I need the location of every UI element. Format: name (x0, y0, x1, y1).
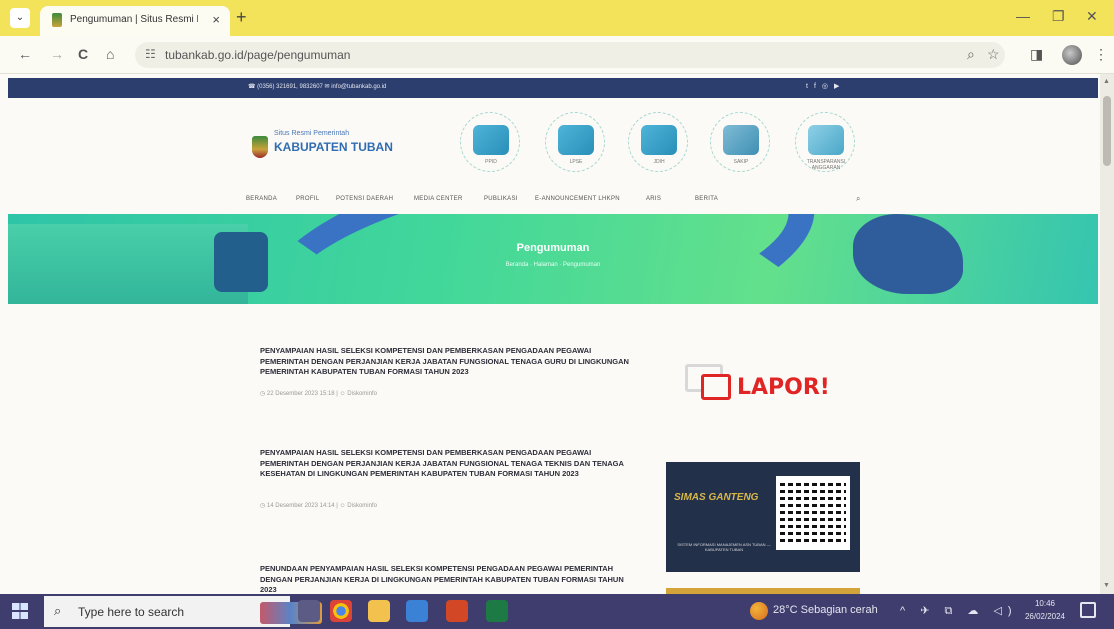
facebook-icon[interactable]: f (814, 83, 822, 90)
scroll-down-icon[interactable]: ▼ (1103, 582, 1110, 589)
site-top-bar: ☎ (0356) 321691, 9832607 ✉ info@tubankab… (8, 78, 1098, 98)
jdih-icon (641, 125, 677, 155)
home-icon[interactable]: ⌂ (106, 46, 114, 62)
menu-publikasi[interactable]: PUBLIKASI (484, 196, 518, 202)
menu-aris[interactable]: ARIS (646, 196, 661, 202)
windows-taskbar: ⌕ Type here to search 28°C Sebagian cera… (0, 594, 1114, 629)
close-window-icon[interactable]: ✕ (1086, 8, 1098, 25)
chrome-icon[interactable] (330, 600, 352, 622)
post-title-link[interactable]: PENYAMPAIAN HASIL SELEKSI KOMPETENSI DAN… (260, 346, 630, 378)
lapor-text: LAPOR! (737, 375, 830, 400)
simas-subtitle: SISTEM INFORMASI MANAJEMEN ASN TUBAN — K… (677, 542, 771, 552)
windows-start-icon[interactable] (12, 603, 28, 619)
page-title: Pengumuman (516, 242, 590, 254)
lapor-banner[interactable]: LAPOR! (685, 364, 850, 414)
powerpoint-icon[interactable] (446, 600, 468, 622)
browser-tab-bar: ⌄ Pengumuman | Situs Resmi Pe × + — ❐ ✕ (0, 0, 1114, 36)
hero-swoosh-decoration (244, 214, 832, 304)
file-explorer-icon[interactable] (368, 600, 390, 622)
new-tab-button[interactable]: + (236, 7, 247, 28)
scrollbar-thumb[interactable] (1103, 96, 1111, 166)
menu-berita[interactable]: BERITA (695, 196, 718, 202)
contact-info: ☎ (0356) 321691, 9832607 ✉ info@tubankab… (248, 84, 387, 90)
tab-close-icon[interactable]: × (212, 12, 220, 27)
menu-potensi-daerah[interactable]: POTENSI DAERAH (336, 196, 393, 202)
tab-title: Pengumuman | Situs Resmi Pe (70, 14, 198, 25)
feature-link-ppid[interactable]: PPID (460, 112, 520, 172)
menu-kebab-icon[interactable]: ⋮ (1094, 46, 1108, 63)
scroll-up-icon[interactable]: ▲ (1103, 78, 1110, 85)
logo-title[interactable]: KABUPATEN TUBAN (274, 140, 393, 154)
task-view-icon[interactable] (298, 600, 320, 622)
search-icon: ⌕ (54, 603, 62, 618)
weather-text[interactable]: 28°C Sebagian cerah (773, 604, 878, 616)
profile-avatar[interactable] (1062, 45, 1082, 65)
url-omnibox[interactable]: ☷ tubankab.go.id/page/pengumuman ⌕ ☆ (135, 42, 1005, 68)
page-hero-banner: Pengumuman Beranda · Halaman · Pengumuma… (8, 214, 1098, 304)
breadcrumb[interactable]: Beranda · Halaman · Pengumuman (8, 262, 1098, 268)
forward-icon[interactable]: → (50, 46, 64, 62)
clock-date[interactable]: 26/02/2024 (1022, 612, 1068, 621)
feature-label: TRANSPARANSI ANGGARAN (806, 159, 846, 171)
youtube-icon[interactable]: ▶ (834, 83, 845, 90)
weather-icon[interactable] (750, 602, 768, 620)
qr-code-icon (776, 476, 850, 550)
store-icon[interactable] (406, 600, 428, 622)
post-title-link[interactable]: PENYAMPAIAN HASIL SELEKSI KOMPETENSI DAN… (260, 448, 630, 480)
hero-horse-statue-illustration (853, 214, 963, 294)
simas-ganteng-logo: SIMAS GANTENG (674, 492, 759, 503)
excel-icon[interactable] (486, 600, 508, 622)
reload-icon[interactable]: C (78, 46, 88, 62)
site-favicon-icon (52, 13, 62, 27)
twitter-icon[interactable]: t (806, 83, 814, 90)
site-info-icon[interactable]: ☷ (145, 47, 156, 61)
menu-media-center[interactable]: MEDIA CENTER (414, 196, 463, 202)
url-text[interactable]: tubankab.go.id/page/pengumuman (165, 48, 350, 62)
feature-link-lpse[interactable]: LPSE (545, 112, 605, 172)
instagram-icon[interactable]: ◎ (822, 83, 834, 90)
feature-label: SAKIP (733, 159, 749, 165)
feature-link-transparansi[interactable]: TRANSPARANSI ANGGARAN (795, 112, 855, 172)
chat-bubble-icon (701, 374, 731, 400)
side-panel-icon[interactable]: ◨ (1030, 46, 1043, 63)
feature-label: LPSE (569, 159, 583, 165)
feature-link-jdih[interactable]: JDIH (628, 112, 688, 172)
feature-label: PPID (485, 159, 497, 165)
tab-list-icon[interactable]: ⌄ (10, 8, 30, 28)
back-icon[interactable]: ← (18, 46, 32, 62)
web-page: ☎ (0356) 321691, 9832607 ✉ info@tubankab… (0, 74, 1100, 594)
menu-beranda[interactable]: BERANDA (246, 196, 277, 202)
post-title-link[interactable]: PENUNDAAN PENYAMPAIAN HASIL SELEKSI KOMP… (260, 564, 630, 594)
lpse-icon (558, 125, 594, 155)
tuban-emblem-logo[interactable] (252, 136, 268, 158)
restore-icon[interactable]: ❐ (1052, 8, 1065, 25)
document-icon (808, 125, 844, 155)
scales-icon (723, 125, 759, 155)
feature-label: JDIH (653, 159, 665, 165)
clock-time[interactable]: 10:46 (1022, 599, 1068, 608)
logo-subtitle[interactable]: Situs Resmi Pemerintah (274, 130, 349, 137)
address-bar: ← → C ⌂ ☷ tubankab.go.id/page/pengumuman… (0, 36, 1114, 74)
simas-ganteng-banner[interactable]: SIMAS GANTENG SISTEM INFORMASI MANAJEMEN… (666, 462, 860, 572)
notification-center-icon[interactable] (1080, 602, 1096, 618)
menu-e-announcement[interactable]: E-ANNOUNCEMENT LHKPN (535, 196, 620, 202)
social-icons: tf◎▶ (806, 82, 845, 90)
browser-tab[interactable]: Pengumuman | Situs Resmi Pe × (40, 6, 230, 36)
page-scrollbar[interactable]: ▲ ▼ (1100, 74, 1114, 594)
ppid-icon (473, 125, 509, 155)
menu-profil[interactable]: PROFIL (296, 196, 319, 202)
post-meta: ◷ 14 Desember 2023 14:14 | ☺ Diskominfo (260, 503, 377, 509)
zoom-icon[interactable]: ⌕ (967, 46, 975, 63)
taskbar-search-placeholder[interactable]: Type here to search (78, 605, 184, 619)
minimize-icon[interactable]: — (1016, 8, 1030, 24)
post-meta: ◷ 22 Desember 2023 15:18 | ☺ Diskominfo (260, 391, 377, 397)
bookmark-star-icon[interactable]: ☆ (987, 46, 1000, 63)
system-tray-icons[interactable]: ^ ✈ ⧉ ☁ ◁) (900, 604, 1018, 618)
taskbar-search-box[interactable]: ⌕ Type here to search (44, 596, 322, 627)
menu-search-icon[interactable]: ⌕ (856, 194, 860, 204)
feature-link-sakip[interactable]: SAKIP (710, 112, 770, 172)
